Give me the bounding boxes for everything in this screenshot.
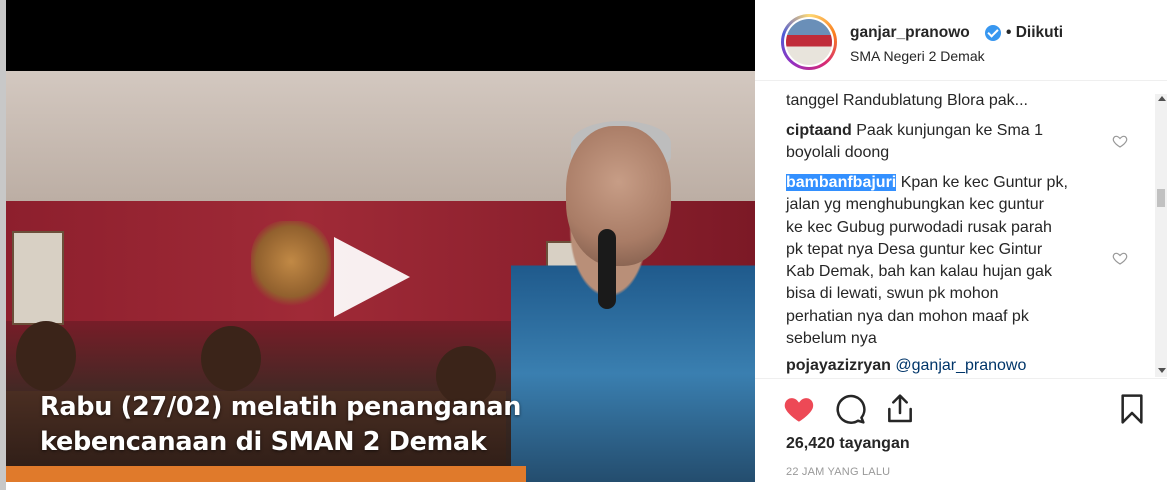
bookmark-icon[interactable] [1116,393,1148,425]
comment-text: sebelum nya [786,330,877,348]
comment-text: perhatian nya dan mohon maaf pk [786,307,1029,325]
location-link[interactable]: SMA Negeri 2 Demak [850,48,985,64]
view-count[interactable]: 26,420 tayangan [786,435,910,453]
scene-window-left [12,231,64,325]
comments-scrollbar[interactable] [1155,94,1167,377]
verified-icon [985,25,1001,41]
post-timestamp[interactable]: 22 JAM YANG LALU [786,466,890,478]
avatar[interactable] [781,14,837,70]
avatar-image [786,19,832,65]
comment-text: bisa di lewati, swun pk mohon [786,285,999,303]
audience-shirts [6,466,526,482]
caption-line-1: Rabu (27/02) melatih penanganan [40,392,522,422]
video-caption: Rabu (27/02) melatih penanganan kebencan… [40,390,640,460]
comment-text: pk tepat nya Desa guntur kec Gintur [786,240,1043,258]
comment-text: Kab Demak, bah kan kalau hujan gak [786,263,1052,281]
like-heart-icon[interactable] [783,393,815,425]
comment-text: Paak kunjungan ke Sma 1 [856,122,1044,139]
action-bar [755,378,1167,437]
post-panel: ganjar_pranowo • Diikuti SMA Negeri 2 De… [755,0,1167,490]
play-icon[interactable] [334,237,410,317]
video-player[interactable]: Rabu (27/02) melatih penanganan kebencan… [6,0,755,482]
comment-username[interactable]: ciptaand [786,122,852,139]
post-header: ganjar_pranowo • Diikuti SMA Negeri 2 De… [755,0,1167,81]
audience-head [16,321,76,391]
comment-username[interactable]: pojayazizryan [786,357,891,374]
scroll-down-arrow-icon[interactable] [1158,368,1166,373]
list-item: bambanfbajuri Kpan ke kec Guntur pk, jal… [786,172,1091,350]
comment-icon[interactable] [834,393,866,425]
comment-mention[interactable]: @ganjar_pranowo [895,357,1026,374]
scrollbar-thumb[interactable] [1157,189,1165,207]
list-item: tanggel Randublatung Blora pak... [786,90,1091,112]
list-item: pojayazizryan @ganjar_pranowo [786,355,1091,377]
audience-head [201,326,261,391]
username-link[interactable]: ganjar_pranowo [850,24,970,42]
garuda-emblem [251,221,331,311]
like-comment-heart-icon[interactable] [1112,133,1128,149]
share-icon[interactable] [884,393,916,425]
comment-text: tanggel Randublatung Blora pak... [786,92,1028,109]
like-comment-heart-icon[interactable] [1112,250,1128,266]
comment-text: ke kec Gubug purwodadi rusak parah [786,218,1052,236]
comment-text: boyolali doong [786,144,890,162]
scroll-up-arrow-icon[interactable] [1158,96,1166,101]
caption-line-2: kebencanaan di SMAN 2 Demak [40,427,487,457]
microphone [598,229,616,309]
comment-text: Kpan ke kec Guntur pk, [900,174,1068,191]
comment-username[interactable]: bambanfbajuri [786,174,897,191]
comment-text: jalan yg menghubungkan kec guntur [786,196,1044,214]
speaker-head [566,126,671,266]
list-item: ciptaand Paak kunjungan ke Sma 1 boyolal… [786,120,1091,165]
comments-list[interactable]: tanggel Randublatung Blora pak... ciptaa… [755,81,1155,377]
following-label[interactable]: • Diikuti [1006,24,1063,42]
